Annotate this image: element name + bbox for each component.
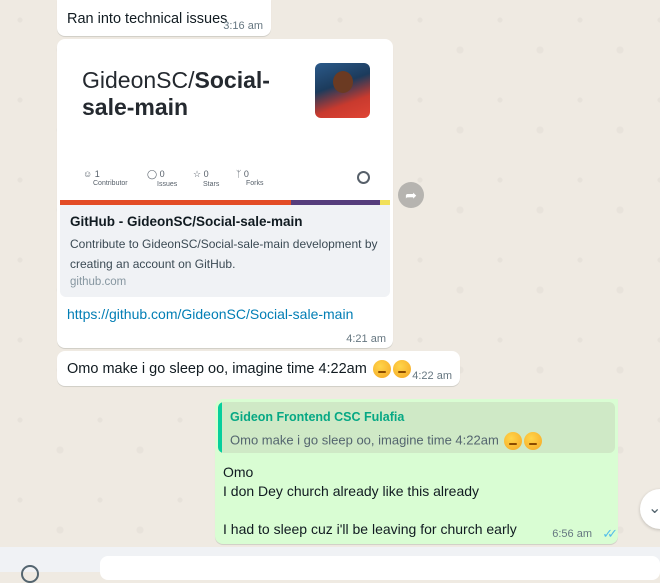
message-line bbox=[223, 501, 517, 520]
message-link[interactable]: https://github.com/GideonSC/Social-sale-… bbox=[67, 306, 353, 322]
quoted-message[interactable]: Gideon Frontend CSC Fulafia Omo make i g… bbox=[218, 402, 615, 453]
repo-owner-avatar bbox=[315, 63, 370, 118]
sleeping-face-emoji bbox=[392, 360, 411, 378]
message-line: I don Dey church already like this alrea… bbox=[223, 483, 480, 499]
stat-stars: ☆ 0 Stars bbox=[193, 169, 219, 188]
quoted-author: Gideon Frontend CSC Fulafia bbox=[230, 410, 405, 424]
link-preview-meta[interactable]: GitHub - GideonSC/Social-sale-main Contr… bbox=[60, 205, 390, 297]
attach-icon[interactable] bbox=[21, 565, 39, 583]
github-icon bbox=[357, 171, 370, 184]
stat-count: 0 bbox=[243, 169, 249, 179]
read-ticks-icon: ✓✓ bbox=[602, 526, 618, 541]
sleepy-face-emoji bbox=[504, 432, 523, 450]
stat-contributors: ☺ 1 Contributor bbox=[83, 169, 128, 187]
message-text: Ran into technical issues bbox=[67, 11, 228, 27]
contributors-icon: ☺ bbox=[83, 169, 93, 179]
fork-icon: ᛉ bbox=[236, 169, 242, 179]
stat-issues: ◯ 0 Issues bbox=[147, 169, 177, 188]
message-text: Omo make i go sleep oo, imagine time 4:2… bbox=[67, 360, 411, 378]
message-time: 6:56 am bbox=[552, 528, 592, 540]
message-time: 4:22 am bbox=[412, 370, 452, 382]
stat-count: 0 bbox=[203, 169, 209, 179]
link-preview-image[interactable]: GideonSC/Social-sale-main ☺ 1 Contributo… bbox=[60, 42, 390, 205]
incoming-link-message[interactable]: GideonSC/Social-sale-main ☺ 1 Contributo… bbox=[57, 39, 393, 348]
incoming-message[interactable]: Ran into technical issues 3:16 am bbox=[57, 0, 271, 36]
forward-icon[interactable]: ➦ bbox=[398, 182, 424, 208]
quoted-text-content: Omo make i go sleep oo, imagine time 4:2… bbox=[230, 432, 499, 448]
message-text: Omo I don Dey church already like this a… bbox=[223, 463, 517, 539]
stat-label: Contributor bbox=[93, 180, 128, 187]
stat-count: 1 bbox=[94, 169, 100, 179]
quoted-text: Omo make i go sleep oo, imagine time 4:2… bbox=[230, 432, 543, 450]
incoming-message[interactable]: Omo make i go sleep oo, imagine time 4:2… bbox=[57, 351, 460, 386]
stat-forks: ᛉ 0 Forks bbox=[236, 169, 264, 187]
message-line: Omo bbox=[223, 464, 254, 480]
message-composer bbox=[0, 547, 660, 583]
stat-label: Issues bbox=[157, 181, 178, 188]
message-time: 3:16 am bbox=[223, 20, 263, 32]
link-preview-title: GitHub - GideonSC/Social-sale-main bbox=[70, 214, 303, 229]
message-input[interactable] bbox=[100, 556, 660, 580]
message-line: I had to sleep cuz i'll be leaving for c… bbox=[223, 521, 517, 537]
sleepy-face-emoji bbox=[372, 360, 391, 378]
star-icon: ☆ bbox=[193, 169, 202, 179]
outgoing-message[interactable]: Gideon Frontend CSC Fulafia Omo make i g… bbox=[215, 399, 618, 544]
issues-icon: ◯ bbox=[147, 169, 158, 179]
sleeping-face-emoji bbox=[524, 432, 543, 450]
stat-count: 0 bbox=[159, 169, 165, 179]
link-preview-domain: github.com bbox=[70, 276, 127, 288]
stat-label: Stars bbox=[203, 181, 220, 188]
stat-label: Forks bbox=[246, 180, 264, 187]
link-preview-description: Contribute to GideonSC/Social-sale-main … bbox=[70, 237, 378, 271]
message-text-content: Omo make i go sleep oo, imagine time 4:2… bbox=[67, 360, 367, 377]
repo-title: GideonSC/Social-sale-main bbox=[82, 67, 292, 121]
repo-owner: GideonSC/ bbox=[82, 67, 195, 93]
message-time: 4:21 am bbox=[346, 333, 386, 345]
